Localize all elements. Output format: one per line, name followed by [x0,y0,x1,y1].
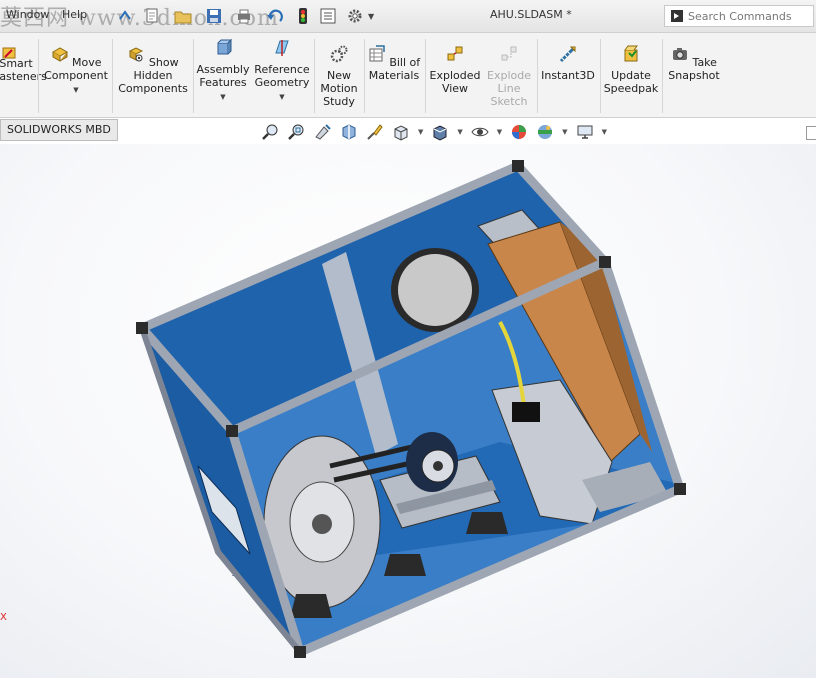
title-bar: 莫西网 www.3dmox.com Window Help ▼ AHU.SLDA… [0,0,816,33]
motion-study-icon [330,45,348,63]
zoom-to-fit-icon[interactable] [262,123,280,141]
heads-up-view-toolbar: ▼ ▼ ▼ ▼ ▼ [262,122,607,142]
exploded-view-icon [447,46,463,61]
ribbon-separator [600,39,601,113]
assembly-features-icon [217,38,233,55]
bill-of-materials-button[interactable]: Bill of Materials [366,45,422,82]
save-icon[interactable] [206,8,222,24]
ribbon-separator [537,39,538,113]
instant3d-button[interactable]: Instant3D [540,45,596,82]
rebuild-arrow-icon[interactable] [118,9,132,23]
reference-geometry-dropdown-icon[interactable]: ▼ [253,91,311,104]
search-commands-field[interactable]: Search Commands [664,5,814,27]
edit-appearance-icon[interactable] [510,123,528,141]
take-snapshot-button[interactable]: Take Snapshot [666,45,722,82]
section-view-icon[interactable] [340,123,358,141]
corner-block [599,256,611,268]
task-pane-toggle-icon[interactable] [806,126,816,140]
bill-of-materials-icon [369,45,385,62]
hide-show-items-icon[interactable] [471,123,489,141]
display-style-dropdown-icon[interactable]: ▼ [457,128,462,136]
pump-block [512,402,540,422]
options-gear-icon[interactable] [346,7,364,25]
assembly-features-dropdown-icon[interactable]: ▼ [196,91,250,104]
apply-scene-icon[interactable] [536,123,554,141]
update-speedpak-button[interactable]: Update Speedpak [603,45,659,95]
menu-help[interactable]: Help [62,8,87,21]
apply-scene-dropdown-icon[interactable]: ▼ [562,128,567,136]
command-manager-ribbon: Smart Fasteners Move Component ▼ Show Hi… [0,33,816,118]
search-commands-icon [671,10,683,22]
graphics-area[interactable] [0,144,816,678]
options-dropdown-icon[interactable]: ▼ [368,12,374,21]
speedpak-icon [624,45,638,62]
view-orientation-dropdown-icon[interactable]: ▼ [418,128,423,136]
corner-block [136,322,148,334]
file-properties-icon[interactable] [320,8,336,24]
axis-x-label: X [0,612,7,623]
open-folder-icon[interactable] [174,8,192,24]
corner-block [674,483,686,495]
assembly-features-button[interactable]: Assembly Features ▼ [196,38,250,104]
ahu-assembly-model[interactable] [0,144,816,678]
reference-geometry-button[interactable]: Reference Geometry ▼ [253,39,311,104]
motor-shaft [433,461,443,471]
menu-window[interactable]: Window [6,8,49,21]
print-icon[interactable] [236,8,252,24]
view-orientation-icon[interactable] [392,123,410,141]
blower-hub [312,514,332,534]
isolator-1 [290,594,332,618]
smart-fasteners-button[interactable]: Smart Fasteners [0,47,47,83]
traffic-light-icon[interactable] [298,7,308,25]
dynamic-annotation-icon[interactable] [366,123,384,141]
new-document-icon[interactable] [144,8,160,24]
corner-block [226,425,238,437]
new-motion-study-button[interactable]: New Motion Study [317,45,361,108]
reference-geometry-icon [275,40,289,56]
undo-icon[interactable] [266,8,284,24]
explode-line-sketch-icon [501,46,517,61]
exploded-view-button[interactable]: Exploded View [428,45,482,95]
zoom-to-area-icon[interactable] [288,123,306,141]
isolator-2 [384,554,426,576]
corner-block [512,160,524,172]
instant3d-icon [559,46,576,63]
corner-block [294,646,306,658]
ribbon-separator [425,39,426,113]
display-style-icon[interactable] [431,123,449,141]
view-settings-icon[interactable] [576,123,594,141]
ribbon-separator [314,39,315,113]
show-hidden-components-button[interactable]: Show Hidden Components [117,45,189,95]
move-component-dropdown-icon[interactable]: ▼ [44,84,108,97]
move-component-button[interactable]: Move Component ▼ [44,45,108,97]
document-title: AHU.SLDASM * [490,8,572,21]
search-placeholder: Search Commands [688,9,792,23]
explode-line-sketch-button[interactable]: Explode Line Sketch [485,45,533,108]
ribbon-separator [193,39,194,113]
intake-opening-inner [398,254,472,326]
isolator-3 [466,512,508,534]
camera-icon [673,48,688,60]
ribbon-separator [38,39,39,113]
move-component-icon [51,47,68,62]
smart-fasteners-icon [2,47,16,59]
hide-show-dropdown-icon[interactable]: ▼ [497,128,502,136]
ribbon-separator [662,39,663,113]
previous-view-icon[interactable] [314,123,332,141]
quick-access-toolbar: ▼ [118,6,374,26]
view-settings-dropdown-icon[interactable]: ▼ [602,128,607,136]
show-hidden-icon [129,47,144,62]
ribbon-separator [112,39,113,113]
tab-solidworks-mbd[interactable]: SOLIDWORKS MBD [0,119,118,141]
ribbon-separator [364,39,365,113]
